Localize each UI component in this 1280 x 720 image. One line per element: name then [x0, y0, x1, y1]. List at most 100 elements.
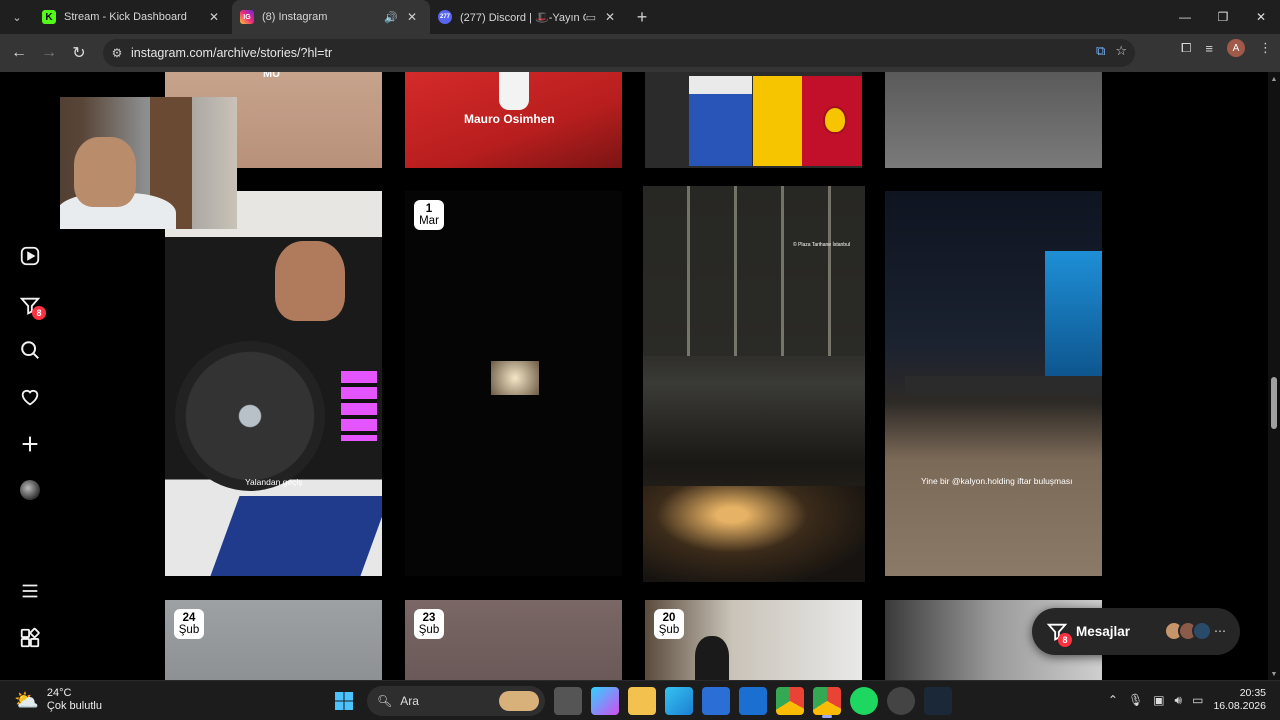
date-month: Mar: [419, 215, 439, 227]
copilot-icon[interactable]: [591, 687, 619, 715]
create-plus-icon[interactable]: [16, 430, 44, 458]
file-explorer-icon[interactable]: [628, 687, 656, 715]
microsoft-store-icon[interactable]: [702, 687, 730, 715]
message-avatars: ⋯: [1164, 621, 1226, 641]
mail-icon[interactable]: [739, 687, 767, 715]
edge-icon[interactable]: [665, 687, 693, 715]
story-caption: Yalandan geçiş: [245, 477, 303, 487]
tab-instagram[interactable]: IG (8) Instagram 🔊 ✕: [232, 0, 430, 34]
story-tile[interactable]: [885, 72, 1102, 168]
ceiling-grid-graphic: [643, 186, 865, 356]
reels-icon[interactable]: [16, 242, 44, 270]
notification-badge: 8: [32, 306, 46, 320]
site-info-icon[interactable]: ⚙: [103, 46, 131, 60]
person-graphic: [695, 636, 729, 680]
story-archive-grid: MÜ Mauro Osimhen Yalandan geçiş 1 Mar © …: [60, 72, 1268, 680]
messages-button[interactable]: 8 Mesajlar ⋯: [1032, 608, 1240, 655]
install-app-icon[interactable]: ⧉: [1096, 43, 1105, 59]
cloudy-weather-icon: ⛅: [14, 689, 39, 712]
browser-tab-bar: ⌄ K Stream - Kick Dashboard ✕ IG (8) Ins…: [0, 0, 1280, 34]
profile-avatar[interactable]: A: [1227, 39, 1245, 57]
bookmark-star-icon[interactable]: ☆: [1115, 43, 1127, 59]
browser-extensions: ⧠ ≡ A ⋮: [1181, 39, 1272, 57]
story-tile[interactable]: 20 Şub: [645, 600, 862, 680]
clock-time: 20:35: [1239, 687, 1266, 699]
date-month: Şub: [178, 624, 200, 636]
task-view-icon[interactable]: [554, 687, 582, 715]
galatasaray-logo-icon: [823, 106, 847, 134]
location-sticker: © Plaza Tarihane İstanbul: [793, 242, 850, 248]
chrome-active-icon[interactable]: [813, 687, 841, 718]
story-tile[interactable]: Yalandan geçiş: [165, 191, 382, 576]
forward-button[interactable]: →: [34, 38, 64, 68]
more-menu-icon[interactable]: [16, 577, 44, 605]
search-highlight-icon: [499, 691, 539, 711]
story-tile[interactable]: 23 Şub: [405, 600, 622, 680]
microphone-icon[interactable]: 🎙︎: [1128, 693, 1143, 707]
network-icon[interactable]: ▣: [1153, 693, 1164, 707]
close-tab-icon[interactable]: ✕: [602, 10, 618, 24]
story-tile[interactable]: 1 Mar: [405, 191, 622, 576]
tray-overflow-icon[interactable]: ⌃: [1108, 693, 1118, 707]
obs-icon[interactable]: [887, 687, 915, 715]
minimize-icon[interactable]: —: [1166, 0, 1204, 34]
scroll-up-arrow-icon[interactable]: ▲: [1268, 76, 1280, 83]
story-tile[interactable]: © Plaza Tarihane İstanbul: [643, 186, 865, 582]
restore-icon[interactable]: ❐: [1204, 0, 1242, 34]
stage-graphic: [905, 376, 1102, 396]
instagram-favicon-icon: IG: [240, 10, 254, 24]
discord-favicon-icon: 277: [438, 10, 452, 24]
new-tab-button[interactable]: +: [628, 7, 656, 28]
kick-favicon-icon: K: [42, 10, 56, 24]
clock-date: 16.08.2026: [1213, 700, 1266, 712]
messages-label: Mesajlar: [1076, 624, 1131, 639]
search-icon: 🔍︎: [377, 694, 393, 708]
webcam-person: [74, 137, 136, 207]
tab-title: (8) Instagram: [262, 11, 328, 23]
more-dots-icon: ⋯: [1214, 624, 1226, 638]
also-from-meta-icon[interactable]: [16, 624, 44, 652]
menu-kebab-icon[interactable]: ⋮: [1259, 40, 1272, 56]
close-window-icon[interactable]: ✕: [1242, 0, 1280, 34]
story-date-badge: 23 Şub: [414, 609, 444, 639]
windows-start-icon[interactable]: [330, 687, 358, 715]
notifications-heart-icon[interactable]: [16, 383, 44, 411]
steam-icon[interactable]: [924, 687, 952, 715]
chrome-icon[interactable]: [776, 687, 804, 715]
story-tile[interactable]: Yine bir @kalyon.holding iftar buluşması: [885, 191, 1102, 576]
tab-kick-dashboard[interactable]: K Stream - Kick Dashboard ✕: [34, 0, 232, 34]
messenger-icon[interactable]: 8: [16, 292, 46, 320]
reload-button[interactable]: ↻: [64, 38, 94, 68]
back-button[interactable]: ←: [4, 38, 34, 68]
story-tile[interactable]: Mauro Osimhen: [405, 72, 622, 168]
volume-icon[interactable]: 🔊︎: [1175, 693, 1183, 708]
story-tile[interactable]: [645, 72, 862, 168]
weather-desc: Çok bulutlu: [46, 700, 102, 712]
profile-picture: [20, 480, 40, 500]
profile-avatar[interactable]: [16, 476, 44, 504]
media-controls-icon[interactable]: ≡: [1205, 41, 1213, 56]
system-tray: ⌃ 🎙︎ ▣ 🔊︎ ▭ 20:35 16.08.2026: [1108, 687, 1266, 713]
page-scrollbar[interactable]: ▲ ▼: [1268, 72, 1280, 680]
weather-temp: 24°C: [46, 687, 72, 699]
clock[interactable]: 20:35 16.08.2026: [1213, 687, 1266, 713]
messages-badge: 8: [1058, 632, 1072, 647]
battery-icon[interactable]: ▭: [1192, 693, 1203, 707]
search-icon[interactable]: [16, 336, 44, 364]
tab-discord[interactable]: 277 (277) Discord | 🎩-Yayın Oda... ▭ ✕: [430, 0, 628, 34]
hand-graphic: [275, 241, 345, 321]
address-bar[interactable]: ⚙ instagram.com/archive/stories/?hl=tr ⧉…: [103, 39, 1135, 67]
scrollbar-thumb[interactable]: [1271, 377, 1277, 429]
audio-playing-icon[interactable]: 🔊: [384, 11, 398, 24]
close-tab-icon[interactable]: ✕: [404, 10, 420, 24]
taskbar-search[interactable]: 🔍︎ Ara: [367, 686, 545, 716]
weather-widget[interactable]: ⛅ 24°C Çok bulutlu: [14, 687, 102, 713]
story-tile[interactable]: 24 Şub: [165, 600, 382, 680]
screen-share-icon[interactable]: ▭: [586, 11, 596, 24]
url-text[interactable]: instagram.com/archive/stories/?hl=tr: [131, 46, 332, 60]
close-tab-icon[interactable]: ✕: [206, 10, 222, 24]
scroll-down-arrow-icon[interactable]: ▼: [1268, 671, 1280, 678]
extensions-icon[interactable]: ⧠: [1181, 40, 1191, 56]
spotify-icon[interactable]: [850, 687, 878, 715]
tab-search-button[interactable]: ⌄: [0, 0, 34, 34]
